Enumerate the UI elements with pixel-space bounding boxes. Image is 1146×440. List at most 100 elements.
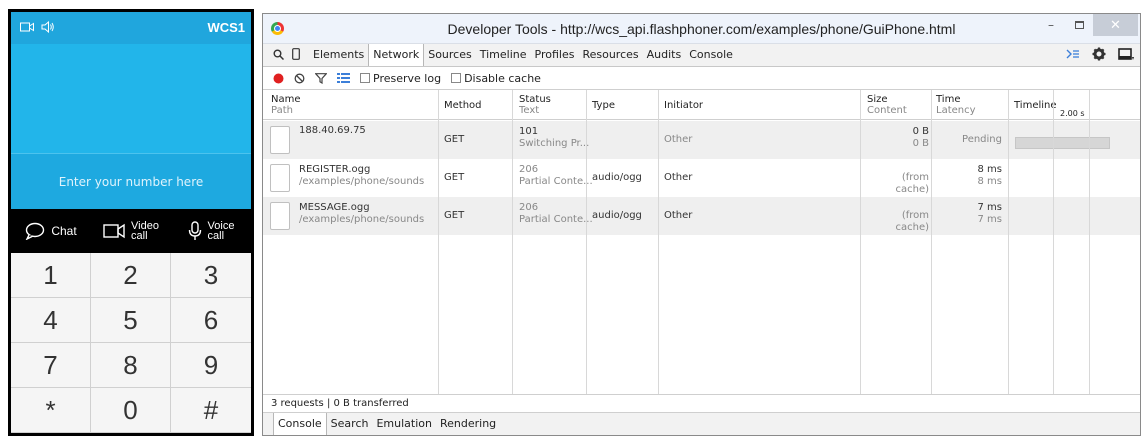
drawer-tab-bar: Console Search Emulation Rendering (263, 412, 1140, 435)
preserve-log-label: Preserve log (373, 71, 442, 85)
request-type: audio/ogg (592, 210, 642, 221)
keypad: 1 2 3 4 5 6 7 8 9 * 0 # (11, 253, 251, 433)
video-call-button[interactable]: Video call (91, 209, 171, 253)
key-7[interactable]: 7 (11, 343, 91, 388)
tab-audits[interactable]: Audits (643, 44, 686, 66)
window-title: Developer Tools - http://wcs_api.flashph… (447, 21, 956, 37)
file-icon (270, 126, 290, 154)
column-divider (586, 90, 587, 395)
show-drawer-icon[interactable] (1066, 49, 1080, 59)
column-divider (931, 90, 932, 395)
tab-network[interactable]: Network (368, 44, 425, 66)
request-name[interactable]: REGISTER.ogg/examples/phone/sounds (299, 164, 424, 188)
window-titlebar: Developer Tools - http://wcs_api.flashph… (263, 14, 1140, 44)
disable-cache-checkbox[interactable]: Disable cache (451, 72, 541, 85)
key-9[interactable]: 9 (171, 343, 251, 388)
request-initiator: Other (664, 134, 693, 145)
video-camera-icon (103, 223, 125, 239)
tab-resources[interactable]: Resources (578, 44, 642, 66)
key-6[interactable]: 6 (171, 298, 251, 343)
column-header-timeline[interactable]: Timeline (1014, 100, 1057, 111)
phone-action-bar: Chat Video call Voice call (11, 209, 251, 253)
speaker-icon (41, 21, 54, 33)
maximize-button[interactable] (1065, 14, 1093, 36)
key-1[interactable]: 1 (11, 253, 91, 298)
drawer-tab-emulation[interactable]: Emulation (372, 413, 436, 435)
tab-profiles[interactable]: Profiles (531, 44, 579, 66)
timeline-tick-label: 2.00 s (1060, 109, 1085, 118)
request-name[interactable]: 188.40.69.75 (299, 125, 366, 137)
network-summary-bar: 3 requests | 0 B transferred (263, 394, 1140, 412)
key-hash[interactable]: # (171, 388, 251, 433)
request-time: 7 ms 7 ms (977, 202, 1003, 225)
drawer-tab-rendering[interactable]: Rendering (436, 413, 500, 435)
request-summary: 3 requests | 0 B transferred (271, 398, 409, 409)
tab-sources[interactable]: Sources (424, 44, 476, 66)
column-header-name[interactable]: Name Path (271, 94, 301, 116)
video-label-2: call (131, 230, 148, 242)
filter-icon[interactable] (315, 72, 327, 84)
search-icon[interactable] (273, 49, 284, 60)
timeline-bar (1015, 137, 1110, 149)
tab-elements[interactable]: Elements (309, 44, 368, 66)
dock-side-icon[interactable] (1118, 47, 1134, 61)
close-button[interactable]: ✕ (1093, 14, 1138, 36)
request-method: GET (444, 134, 465, 145)
column-divider (1089, 90, 1090, 395)
column-header-method[interactable]: Method (444, 100, 482, 111)
column-header-type[interactable]: Type (592, 100, 615, 111)
column-divider (438, 90, 439, 395)
device-mode-icon[interactable] (292, 48, 300, 60)
large-rows-icon[interactable] (337, 73, 350, 83)
column-header-initiator[interactable]: Initiator (664, 100, 703, 111)
chat-button[interactable]: Chat (11, 209, 91, 253)
settings-gear-icon[interactable] (1092, 47, 1106, 61)
request-initiator: Other (664, 172, 693, 183)
request-method: GET (444, 172, 465, 183)
column-header-size[interactable]: Size Content (867, 94, 907, 116)
disable-cache-label: Disable cache (464, 71, 541, 85)
key-5[interactable]: 5 (91, 298, 171, 343)
tab-timeline[interactable]: Timeline (476, 44, 531, 66)
preserve-log-checkbox[interactable]: Preserve log (360, 72, 441, 85)
chat-icon (26, 222, 45, 240)
request-name[interactable]: MESSAGE.ogg/examples/phone/sounds (299, 202, 424, 226)
minimize-button[interactable]: – (1037, 14, 1065, 36)
key-star[interactable]: * (11, 388, 91, 433)
record-icon[interactable] (273, 73, 284, 84)
number-input[interactable]: Enter your number here (11, 153, 251, 209)
devtools-tab-bar: Elements Network Sources Timeline Profil… (263, 44, 1140, 67)
voice-call-button[interactable]: Voice call (171, 209, 251, 253)
request-status: 101 Switching Pr... (519, 126, 590, 149)
phone-widget: WCS1 Enter your number here Chat Video ca… (8, 9, 254, 436)
column-divider (658, 90, 659, 395)
voice-label-2: call (207, 230, 225, 242)
tab-console[interactable]: Console (685, 44, 737, 66)
key-8[interactable]: 8 (91, 343, 171, 388)
column-header-status[interactable]: Status Text (519, 94, 551, 116)
column-divider (860, 90, 861, 395)
key-4[interactable]: 4 (11, 298, 91, 343)
file-icon (270, 202, 290, 230)
preserve-log-box[interactable] (360, 73, 370, 83)
chat-label: Chat (51, 224, 77, 238)
drawer-tab-console[interactable]: Console (273, 413, 327, 435)
key-3[interactable]: 3 (171, 253, 251, 298)
request-size: (from cache) (895, 210, 929, 233)
column-header-time[interactable]: Time Latency (936, 94, 976, 116)
key-2[interactable]: 2 (91, 253, 171, 298)
column-divider (512, 90, 513, 395)
microphone-icon (188, 221, 201, 240)
maximize-icon (1074, 21, 1084, 29)
request-size: 0 B0 B (912, 126, 929, 149)
request-time: 8 ms 8 ms (977, 164, 1003, 187)
phone-status-bar: WCS1 (11, 12, 251, 44)
phone-body: WCS1 Enter your number here Chat Video ca… (11, 12, 251, 433)
request-time: Pending (962, 134, 1002, 145)
key-0[interactable]: 0 (91, 388, 171, 433)
clear-icon[interactable] (294, 73, 305, 84)
request-method: GET (444, 210, 465, 221)
drawer-tab-search[interactable]: Search (327, 413, 373, 435)
request-status: 206 Partial Conte... (519, 202, 593, 225)
disable-cache-box[interactable] (451, 73, 462, 83)
